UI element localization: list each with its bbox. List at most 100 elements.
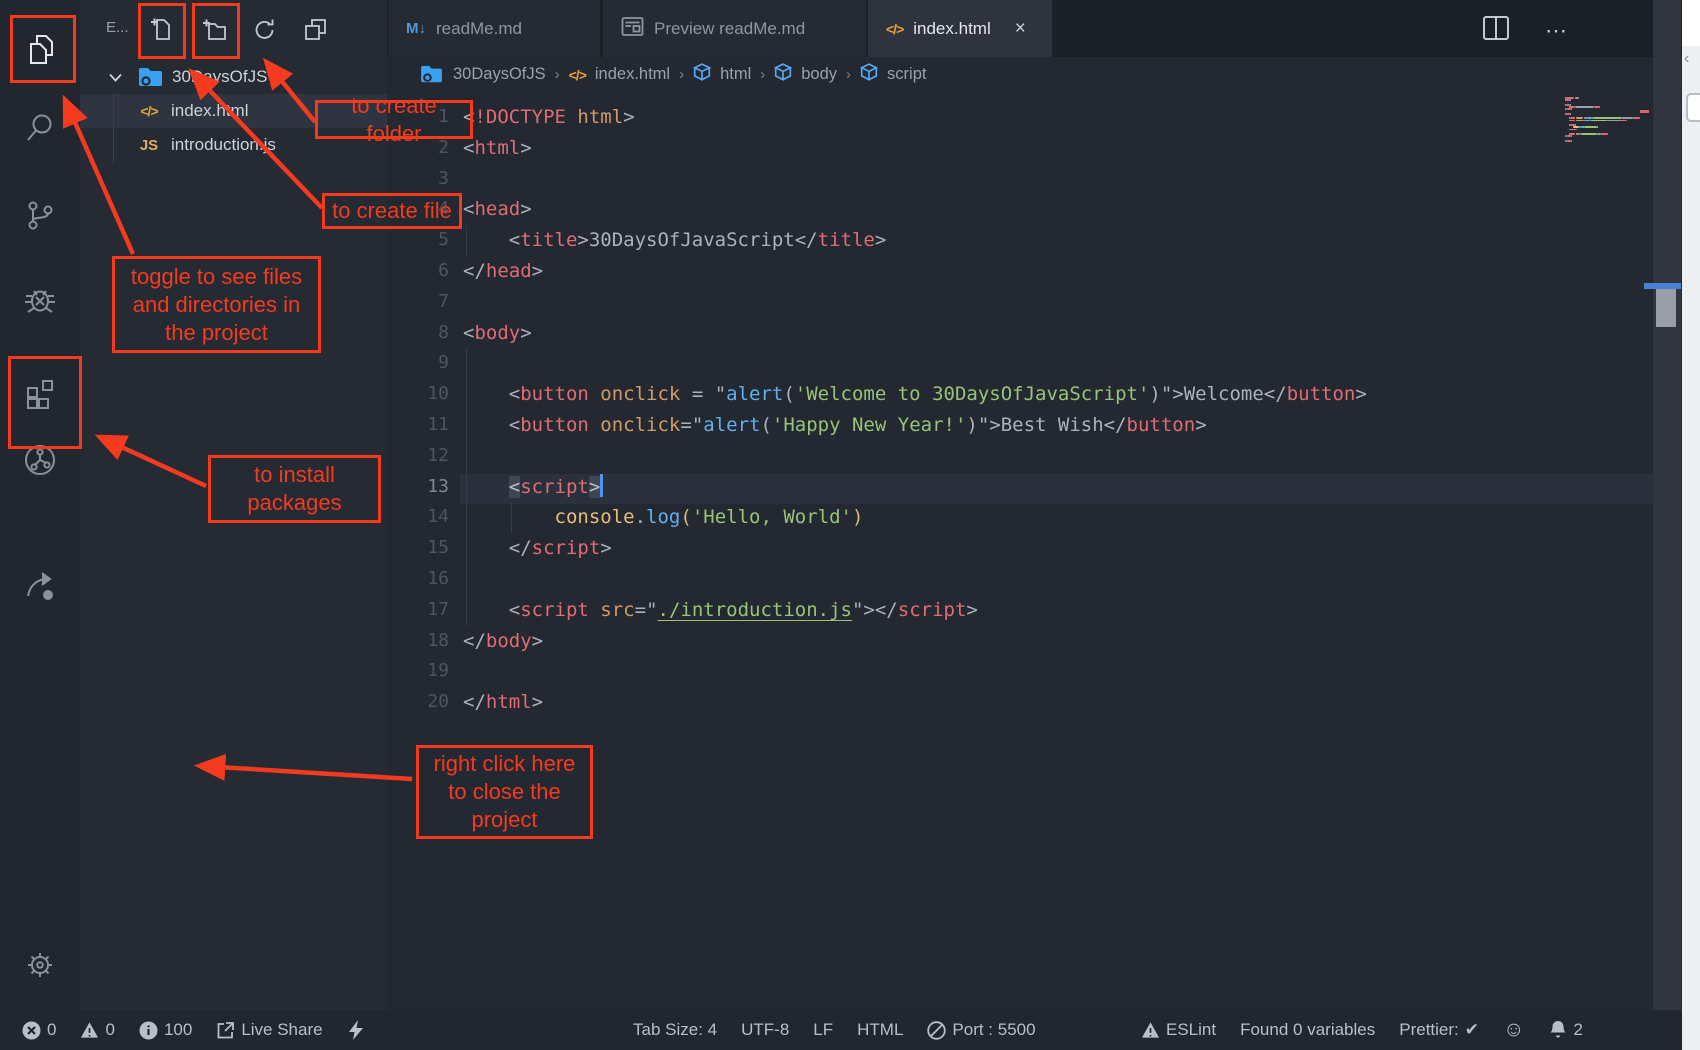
settings-gear-icon[interactable] bbox=[0, 935, 80, 995]
eslint-warning-icon bbox=[1141, 1021, 1160, 1040]
prettier-status[interactable]: Prettier:✔ bbox=[1399, 1020, 1479, 1040]
close-tab-icon[interactable]: × bbox=[1015, 18, 1026, 40]
tab-label: index.html bbox=[913, 19, 990, 39]
tab-index-html[interactable]: </> index.html × bbox=[868, 0, 1052, 57]
explorer-header-title: E... bbox=[106, 19, 129, 36]
code-line[interactable]: 18</body> bbox=[387, 626, 1700, 657]
annotation-label-create-file: to create file bbox=[322, 193, 462, 229]
tree-indent-guide bbox=[113, 95, 114, 163]
code-editor[interactable]: 1<!DOCTYPE html>2<html>34<head>5 <title>… bbox=[387, 92, 1700, 1010]
tab-preview-readme[interactable]: Preview readMe.md bbox=[603, 0, 866, 57]
line-number: 6 bbox=[387, 256, 449, 287]
tab-label: Preview readMe.md bbox=[654, 19, 805, 39]
page-scrollbar-strip[interactable]: ‹ bbox=[1682, 0, 1700, 1050]
tree-item-label: introduction.js bbox=[171, 135, 276, 155]
editor-scrollbar[interactable] bbox=[1653, 0, 1681, 1010]
code-line[interactable]: 6</head> bbox=[387, 256, 1700, 287]
breadcrumb-item-root[interactable]: 30DaysOfJS bbox=[453, 65, 546, 84]
annotation-box-new-folder-icon bbox=[192, 3, 240, 59]
warning-icon bbox=[80, 1021, 99, 1040]
code-line[interactable]: 4<head> bbox=[387, 194, 1700, 225]
notifications-status[interactable]: 2 bbox=[1548, 1020, 1582, 1040]
annotation-box-new-file-icon bbox=[138, 3, 186, 59]
breadcrumb-item-file[interactable]: index.html bbox=[595, 65, 670, 84]
breadcrumb-item-script[interactable]: script bbox=[887, 65, 926, 84]
more-actions-icon[interactable]: ⋯ bbox=[1545, 18, 1569, 44]
annotation-box-explorer-icon bbox=[10, 15, 76, 83]
status-bar: 0 0 100 Live Share bbox=[0, 1010, 1700, 1050]
tree-item-root-folder[interactable]: 30DaysOfJS bbox=[80, 60, 387, 94]
tab-bar: M↓ readMe.md Preview readMe.md </> index… bbox=[387, 0, 1700, 57]
line-number: 5 bbox=[387, 225, 449, 256]
text-cursor bbox=[600, 474, 603, 497]
line-number: 3 bbox=[387, 164, 449, 195]
annotation-label-toggle-files: toggle to see files and directories in t… bbox=[112, 256, 321, 353]
code-line[interactable]: 8<body> bbox=[387, 318, 1700, 349]
code-line[interactable]: 17 <script src="./introduction.js"></scr… bbox=[387, 595, 1700, 626]
errors-status[interactable]: 0 bbox=[22, 1020, 56, 1040]
code-line[interactable]: 12 bbox=[387, 441, 1700, 472]
variables-status[interactable]: Found 0 variables bbox=[1240, 1020, 1375, 1040]
code-line[interactable]: 5 <title>30DaysOfJavaScript</title> bbox=[387, 225, 1700, 256]
eol-status[interactable]: LF bbox=[813, 1020, 833, 1040]
split-editor-icon[interactable] bbox=[1481, 13, 1511, 48]
code-line[interactable]: 11 <button onclick="alert('Happy New Yea… bbox=[387, 410, 1700, 441]
code-line[interactable]: 19 bbox=[387, 656, 1700, 687]
code-line[interactable]: 15 </script> bbox=[387, 533, 1700, 564]
search-icon[interactable] bbox=[0, 98, 80, 158]
source-control-icon[interactable] bbox=[0, 186, 80, 246]
code-line[interactable]: 14 console.log('Hello, World') bbox=[387, 502, 1700, 533]
symbol-cube-icon bbox=[774, 63, 792, 86]
tab-label: readMe.md bbox=[436, 19, 522, 39]
symbol-cube-icon bbox=[693, 63, 711, 86]
eslint-status[interactable]: ESLint bbox=[1141, 1020, 1216, 1040]
info-icon bbox=[139, 1021, 158, 1040]
page-scroll-thumb[interactable] bbox=[1686, 93, 1700, 122]
lightning-status[interactable] bbox=[347, 1021, 366, 1040]
encoding-status[interactable]: UTF-8 bbox=[741, 1020, 789, 1040]
tab-size-status[interactable]: Tab Size: 4 bbox=[633, 1020, 717, 1040]
tab-readme[interactable]: M↓ readMe.md bbox=[388, 0, 600, 57]
js-file-icon: JS bbox=[136, 137, 162, 154]
collapse-all-icon[interactable] bbox=[300, 14, 330, 44]
code-line[interactable]: 1<!DOCTYPE html> bbox=[387, 102, 1700, 133]
code-line[interactable]: 16 bbox=[387, 564, 1700, 595]
refresh-icon[interactable] bbox=[249, 14, 279, 44]
code-line[interactable]: 3 bbox=[387, 164, 1700, 195]
port-icon bbox=[927, 1021, 946, 1040]
code-line[interactable]: 10 <button onclick = "alert('Welcome to … bbox=[387, 379, 1700, 410]
live-share-status[interactable]: Live Share bbox=[216, 1020, 322, 1040]
scrollbar-thumb[interactable] bbox=[1656, 289, 1676, 327]
indent-guide bbox=[466, 225, 467, 256]
feedback-smiley-icon[interactable]: ☺ bbox=[1503, 1018, 1524, 1042]
annotation-label-close-project: right click here to close the project bbox=[416, 745, 593, 839]
share-icon[interactable] bbox=[0, 556, 80, 616]
html-file-icon: </> bbox=[136, 103, 162, 119]
tree-item-label: index.html bbox=[171, 101, 248, 121]
port-status[interactable]: Port : 5500 bbox=[927, 1020, 1035, 1040]
minimap[interactable] bbox=[1565, 97, 1655, 147]
chevron-left-icon: ‹ bbox=[1684, 50, 1689, 68]
code-line[interactable]: 9 bbox=[387, 348, 1700, 379]
code-line[interactable]: 7 bbox=[387, 287, 1700, 318]
annotation-label-install-packages: to install packages bbox=[208, 455, 381, 523]
language-status[interactable]: HTML bbox=[857, 1020, 903, 1040]
folder-icon bbox=[137, 67, 163, 88]
check-icon: ✔ bbox=[1465, 1020, 1479, 1040]
code-line[interactable]: 13 <script> bbox=[387, 472, 1700, 503]
line-number: 18 bbox=[387, 626, 449, 657]
warnings-status[interactable]: 0 bbox=[80, 1020, 114, 1040]
info-status[interactable]: 100 bbox=[139, 1020, 192, 1040]
line-number: 20 bbox=[387, 687, 449, 718]
line-number: 11 bbox=[387, 410, 449, 441]
code-line[interactable]: 2<html> bbox=[387, 133, 1700, 164]
debug-icon[interactable] bbox=[0, 270, 80, 330]
activity-bar bbox=[0, 0, 80, 1010]
preview-icon bbox=[621, 16, 644, 42]
editor-area: M↓ readMe.md Preview readMe.md </> index… bbox=[387, 0, 1700, 1010]
line-number: 12 bbox=[387, 441, 449, 472]
breadcrumb-item-body[interactable]: body bbox=[801, 65, 837, 84]
symbol-cube-icon bbox=[860, 63, 878, 86]
breadcrumb-item-html[interactable]: html bbox=[720, 65, 751, 84]
code-line[interactable]: 20</html> bbox=[387, 687, 1700, 718]
